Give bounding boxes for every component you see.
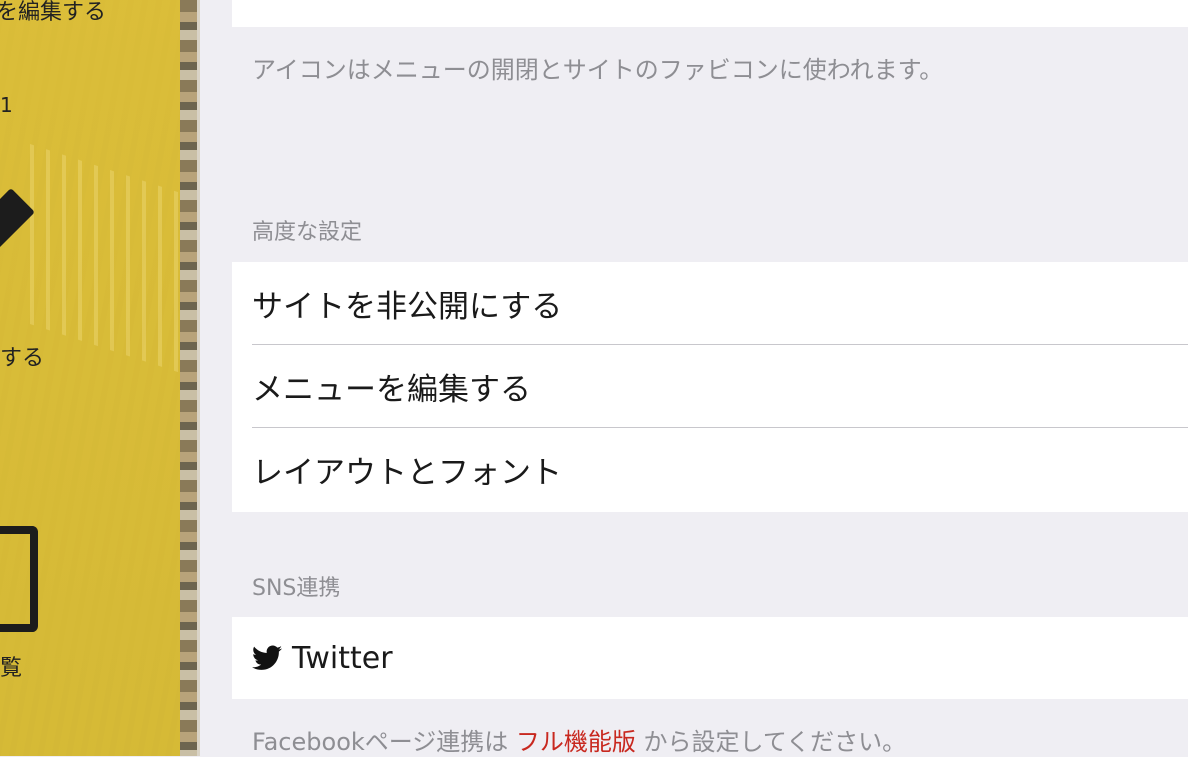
- twitter-item[interactable]: Twitter: [252, 617, 1188, 699]
- icon-note: アイコンはメニューの開閉とサイトのファビコンに使われます。: [252, 56, 944, 84]
- pages-icon[interactable]: [0, 526, 38, 632]
- sidebar: を編集する 1 する 覧: [0, 0, 180, 756]
- facebook-note-before: Facebookページ連携は: [252, 728, 516, 756]
- layout-and-font-label: レイアウトとフォント: [252, 454, 562, 491]
- edit-menu-label: メニューを編集する: [252, 371, 531, 408]
- facebook-note-after: から設定してください。: [635, 728, 907, 756]
- facebook-note: Facebookページ連携は フル機能版 から設定してください。: [252, 722, 906, 757]
- full-version-link[interactable]: フル機能版: [516, 728, 636, 756]
- background-photo-strip: [180, 0, 200, 756]
- make-site-private-label: サイトを非公開にする: [252, 288, 563, 325]
- layout-and-font-item[interactable]: レイアウトとフォント: [252, 428, 1188, 510]
- twitter-icon: [252, 645, 282, 670]
- sidebar-background-photo: [30, 144, 180, 376]
- advanced-settings-header: 高度な設定: [252, 220, 363, 245]
- sidebar-list-label[interactable]: 覧: [0, 650, 22, 682]
- sidebar-number: 1: [0, 93, 13, 117]
- sidebar-edit-link[interactable]: を編集する: [0, 0, 106, 26]
- sns-header: SNS連携: [252, 576, 341, 601]
- icon-setting-cell[interactable]: [232, 0, 1188, 27]
- twitter-label: Twitter: [292, 640, 393, 676]
- edit-menu-item[interactable]: メニューを編集する: [252, 345, 1188, 428]
- settings-panel: アイコンはメニューの開閉とサイトのファビコンに使われます。 高度な設定 サイトを…: [200, 0, 1188, 756]
- sidebar-edit-label[interactable]: する: [0, 340, 44, 372]
- make-site-private-item[interactable]: サイトを非公開にする: [252, 262, 1188, 345]
